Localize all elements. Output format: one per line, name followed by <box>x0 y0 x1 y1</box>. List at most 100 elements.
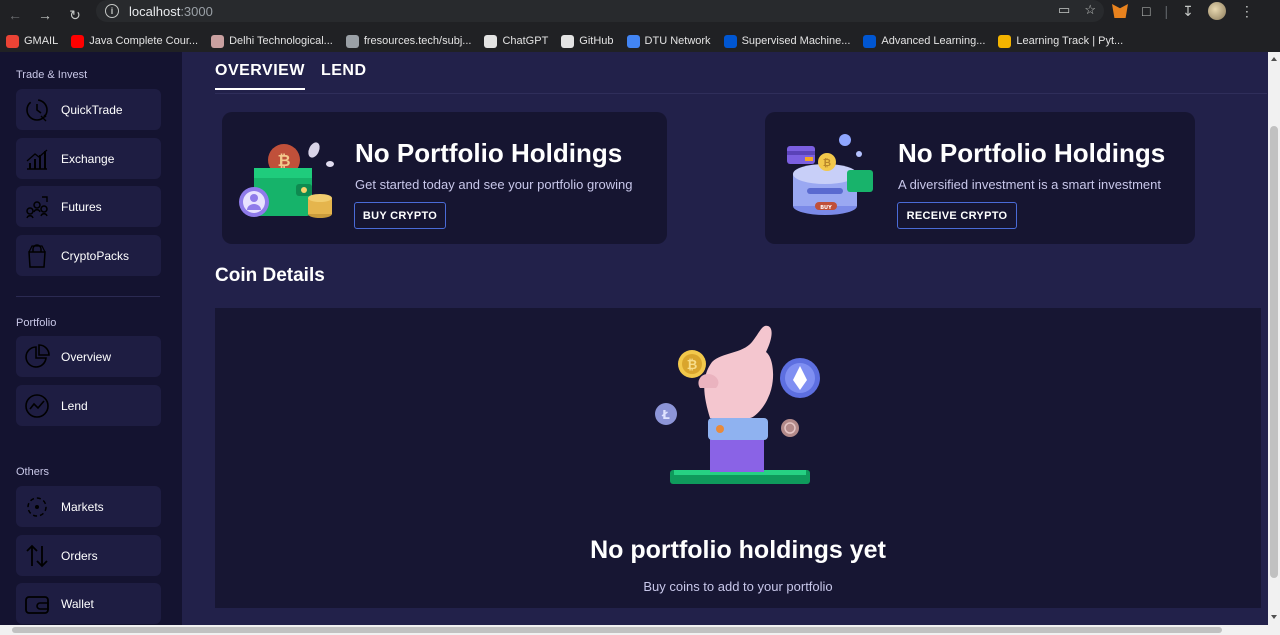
extensions-icon[interactable]: □ <box>1142 3 1150 19</box>
bookmark-item[interactable]: fresources.tech/subj... <box>345 34 472 48</box>
download-icon[interactable]: ↧ <box>1182 3 1194 20</box>
metamask-icon[interactable] <box>1112 4 1128 18</box>
sidebar-item-label: Futures <box>61 199 102 214</box>
tab-divider <box>215 93 1267 94</box>
main-content: OVERVIEW LEND ₿ No Portfolio Holdings Ge… <box>182 52 1280 625</box>
url-text[interactable]: localhost:3000 <box>129 4 213 19</box>
scrollbar-thumb[interactable] <box>12 627 1222 633</box>
bookmark-label: Advanced Learning... <box>881 35 986 47</box>
sidebar-item-exchange[interactable]: Exchange <box>16 138 161 179</box>
horizontal-scrollbar[interactable] <box>0 625 1280 635</box>
wallet-illustration: ₿ <box>238 138 338 224</box>
bookmark-item[interactable]: GMAIL <box>6 34 59 48</box>
scroll-up-icon[interactable] <box>1271 57 1277 61</box>
buy-crypto-card: ₿ No Portfolio Holdings Get started toda… <box>222 112 667 244</box>
bookmark-label: Delhi Technological... <box>229 35 333 47</box>
bookmark-item[interactable]: Delhi Technological... <box>211 34 333 48</box>
github-icon <box>561 34 575 48</box>
back-icon[interactable]: ← <box>0 5 30 25</box>
sidebar-item-label: Wallet <box>61 596 94 611</box>
chart-icon <box>998 34 1012 48</box>
sidebar-item-cryptopacks[interactable]: CryptoPacks <box>16 235 161 276</box>
bookmark-star-icon[interactable]: ☆ <box>1084 2 1096 18</box>
svg-text:₿: ₿ <box>687 358 698 373</box>
empty-state-subtitle: Buy coins to add to your portfolio <box>643 579 833 594</box>
menu-icon[interactable]: ⋮ <box>1240 3 1254 20</box>
wallet-icon <box>24 591 50 617</box>
bookmark-label: fresources.tech/subj... <box>363 35 472 47</box>
address-bar[interactable]: i localhost:3000 ▭ ☆ <box>96 0 1104 22</box>
site-info-icon[interactable]: i <box>105 4 119 18</box>
youtube-icon <box>71 34 85 48</box>
fresources-icon <box>345 34 359 48</box>
browser-toolbar: ← → ↻ i localhost:3000 ▭ ☆ □ | ↧ ⋮ <box>0 0 1280 30</box>
bookmark-label: GMAIL <box>24 35 59 47</box>
coin-details-panel: ₿ Ł No portfolio holdings yet Buy coins … <box>215 308 1261 608</box>
safe-illustration: ₿ BUY <box>785 130 880 220</box>
sidebar-item-label: QuickTrade <box>61 102 123 117</box>
futures-icon <box>24 194 50 220</box>
gmail-icon <box>6 34 19 48</box>
svg-text:₿: ₿ <box>823 157 831 169</box>
bookmark-label: GitHub <box>579 35 614 47</box>
hand-coin-illustration: ₿ Ł <box>650 322 830 488</box>
sidebar-item-lend[interactable]: Lend <box>16 385 161 426</box>
receive-crypto-card: ₿ BUY No Portfolio Holdings A diversifie… <box>765 112 1195 244</box>
reload-icon[interactable]: ↻ <box>60 5 90 25</box>
sidebar-item-orders[interactable]: Orders <box>16 535 161 576</box>
bookmark-label: Supervised Machine... <box>741 35 851 47</box>
section-title-trade: Trade & Invest <box>16 69 88 81</box>
sidebar: Trade & Invest QuickTrade Exchange Futur… <box>0 52 182 635</box>
coin-details-title: Coin Details <box>215 265 325 286</box>
quicktrade-icon <box>24 97 50 123</box>
bookmark-item[interactable]: ChatGPT <box>484 34 549 48</box>
install-app-icon[interactable]: ▭ <box>1058 2 1070 18</box>
pie-chart-icon <box>24 343 50 370</box>
scroll-down-icon[interactable] <box>1271 615 1277 619</box>
bookmark-item[interactable]: Advanced Learning... <box>863 34 986 48</box>
vertical-scrollbar[interactable] <box>1268 52 1280 625</box>
receive-crypto-button[interactable]: RECEIVE CRYPTO <box>897 202 1017 229</box>
google-icon <box>626 34 640 48</box>
svg-text:BUY: BUY <box>820 205 832 211</box>
bookmark-label: ChatGPT <box>502 35 549 47</box>
bookmark-item[interactable]: Learning Track | Pyt... <box>998 34 1124 48</box>
section-title-portfolio: Portfolio <box>16 317 57 329</box>
card-subtitle: A diversified investment is a smart inve… <box>898 177 1161 192</box>
sidebar-item-label: CryptoPacks <box>61 248 130 263</box>
card-title: No Portfolio Holdings <box>355 138 623 168</box>
sidebar-item-wallet[interactable]: Wallet <box>16 583 161 624</box>
cryptopacks-icon <box>24 243 50 269</box>
bookmark-item[interactable]: GitHub <box>561 34 614 48</box>
bookmark-label: Java Complete Cour... <box>89 35 199 47</box>
bookmark-label: Learning Track | Pyt... <box>1016 35 1124 47</box>
buy-crypto-button[interactable]: BUY CRYPTO <box>354 202 446 229</box>
tab-overview[interactable]: OVERVIEW <box>215 62 305 90</box>
coursera-icon <box>863 34 877 48</box>
card-title: No Portfolio Holdings <box>898 138 1166 168</box>
sidebar-item-overview[interactable]: Overview <box>16 336 161 377</box>
empty-state-title: No portfolio holdings yet <box>590 536 886 564</box>
forward-icon[interactable]: → <box>30 5 60 25</box>
lend-icon <box>24 393 50 419</box>
scrollbar-thumb[interactable] <box>1270 126 1278 578</box>
bookmark-item[interactable]: Java Complete Cour... <box>71 34 199 48</box>
sidebar-item-markets[interactable]: Markets <box>16 486 161 527</box>
sidebar-item-label: Exchange <box>61 151 115 166</box>
coursera-icon <box>723 34 737 48</box>
sidebar-item-label: Lend <box>61 398 88 413</box>
chatgpt-icon <box>484 34 498 48</box>
bookmark-item[interactable]: DTU Network <box>626 34 711 48</box>
markets-icon <box>24 494 50 520</box>
bookmark-item[interactable]: Supervised Machine... <box>723 34 851 48</box>
sidebar-item-futures[interactable]: Futures <box>16 186 161 227</box>
tab-bar: OVERVIEW LEND <box>215 62 367 90</box>
section-title-others: Others <box>16 466 50 478</box>
exchange-icon <box>24 146 50 172</box>
svg-text:Ł: Ł <box>661 408 670 422</box>
sidebar-item-label: Orders <box>61 548 98 563</box>
card-subtitle: Get started today and see your portfolio… <box>355 177 633 192</box>
tab-lend[interactable]: LEND <box>321 62 367 90</box>
sidebar-item-quicktrade[interactable]: QuickTrade <box>16 89 161 130</box>
profile-avatar[interactable] <box>1207 2 1226 20</box>
